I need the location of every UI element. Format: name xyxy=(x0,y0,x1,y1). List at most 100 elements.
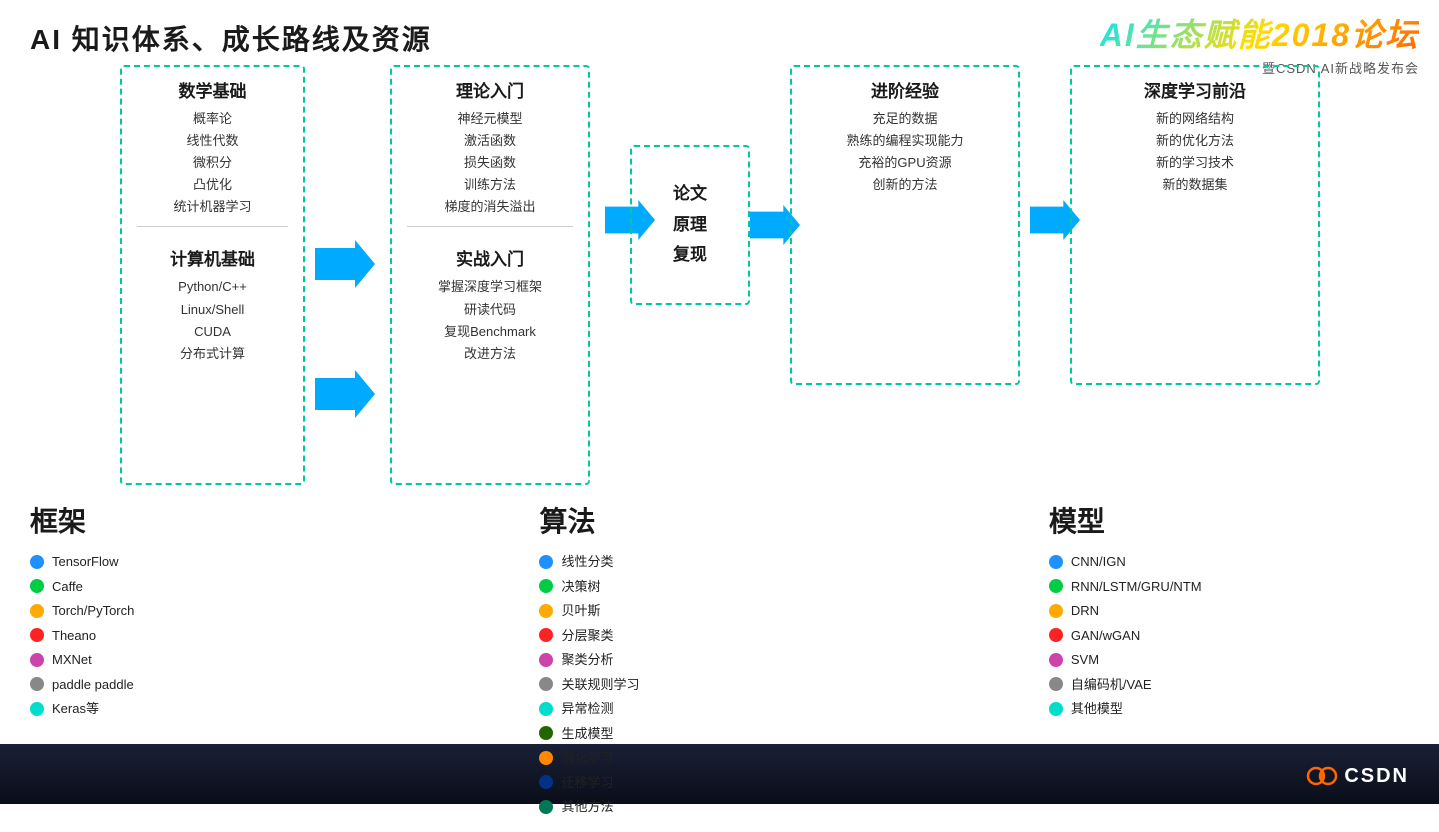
csdn-icon-svg xyxy=(1306,760,1338,792)
models-list: CNN/IGN RNN/LSTM/GRU/NTM DRN GAN/wGAN SVM 自编码… xyxy=(1049,552,1410,719)
framework-label: Theano xyxy=(52,626,96,646)
framework-dot xyxy=(30,628,44,642)
algorithm-label: 贝叶斯 xyxy=(561,601,600,621)
model-item: SVM xyxy=(1049,650,1410,670)
item-loss: 损失函数 xyxy=(392,152,588,174)
box2-items2: 掌握深度学习框架 研读代码 复现Benchmark 改进方法 xyxy=(392,276,588,364)
box1-divider xyxy=(137,226,288,227)
algorithm-label: 强化学习 xyxy=(561,748,613,768)
algorithms-list: 线性分类决策树贝叶斯分层聚类聚类分析关联规则学习异常检测生成模型强化学习迁移学习… xyxy=(539,552,900,817)
algorithm-label: 其他方法 xyxy=(561,797,613,817)
model-dot xyxy=(1049,579,1063,593)
algorithm-label: 生成模型 xyxy=(561,724,613,744)
box2-title2: 实战入门 xyxy=(392,235,588,276)
box5-title: 深度学习前沿 xyxy=(1072,67,1318,108)
item-gradient: 梯度的消失溢出 xyxy=(392,196,588,218)
algorithm-item: 决策树 xyxy=(539,577,900,597)
algorithm-dot xyxy=(539,628,553,642)
box1-items1: 概率论 线性代数 微积分 凸优化 统计机器学习 xyxy=(122,108,303,218)
item-dl-framework: 掌握深度学习框架 xyxy=(392,276,588,298)
box-theory-practice: 理论入门 神经元模型 激活函数 损失函数 训练方法 梯度的消失溢出 实战入门 掌… xyxy=(390,65,590,485)
bottom-section: 框架 TensorFlowCaffeTorch/PyTorchTheanoMXN… xyxy=(10,490,1430,832)
algorithm-item: 迁移学习 xyxy=(539,773,900,793)
algorithm-item: 分层聚类 xyxy=(539,626,900,646)
item-dataset: 新的数据集 xyxy=(1072,174,1318,196)
algorithm-label: 异常检测 xyxy=(561,699,613,719)
model-dot xyxy=(1049,555,1063,569)
item-network: 新的网络结构 xyxy=(1072,108,1318,130)
arrow-1 xyxy=(315,240,375,297)
framework-label: Caffe xyxy=(52,577,83,597)
framework-label: MXNet xyxy=(52,650,92,670)
box2-items1: 神经元模型 激活函数 损失函数 训练方法 梯度的消失溢出 xyxy=(392,108,588,218)
model-label: DRN xyxy=(1071,601,1099,621)
algorithm-item: 贝叶斯 xyxy=(539,601,900,621)
item-innovation: 创新的方法 xyxy=(792,174,1018,196)
item-distributed: 分布式计算 xyxy=(122,343,303,365)
framework-item: Torch/PyTorch xyxy=(30,601,391,621)
framework-label: TensorFlow xyxy=(52,552,118,572)
algorithms-col: 算法 线性分类决策树贝叶斯分层聚类聚类分析关联规则学习异常检测生成模型强化学习迁… xyxy=(519,490,920,832)
arrow-2 xyxy=(315,370,375,427)
item-probability: 概率论 xyxy=(122,108,303,130)
item-read-code: 研读代码 xyxy=(392,299,588,321)
framework-item: Caffe xyxy=(30,577,391,597)
algorithm-dot xyxy=(539,775,553,789)
box1-items2: Python/C++ Linux/Shell CUDA 分布式计算 xyxy=(122,276,303,364)
model-dot xyxy=(1049,702,1063,716)
algorithm-dot xyxy=(539,653,553,667)
item-activation: 激活函数 xyxy=(392,130,588,152)
model-label: SVM xyxy=(1071,650,1099,670)
item-cuda: CUDA xyxy=(122,321,303,343)
item-neuron: 神经元模型 xyxy=(392,108,588,130)
model-dot xyxy=(1049,628,1063,642)
csdn-text: CSDN xyxy=(1344,765,1409,788)
model-item: 自编码机/VAE xyxy=(1049,675,1410,695)
box4-items: 充足的数据 熟练的编程实现能力 充裕的GPU资源 创新的方法 xyxy=(792,108,1018,196)
algorithm-dot xyxy=(539,555,553,569)
algorithm-label: 分层聚类 xyxy=(561,626,613,646)
item-improve: 改进方法 xyxy=(392,343,588,365)
box4-title: 进阶经验 xyxy=(792,67,1018,108)
algorithm-label: 决策树 xyxy=(561,577,600,597)
algorithm-item: 其他方法 xyxy=(539,797,900,817)
item-convex: 凸优化 xyxy=(122,174,303,196)
framework-item: Theano xyxy=(30,626,391,646)
frameworks-list: TensorFlow Caffe Torch/PyTorch Theano MXNet p… xyxy=(30,552,391,719)
framework-dot xyxy=(30,579,44,593)
model-dot xyxy=(1049,653,1063,667)
item-training: 训练方法 xyxy=(392,174,588,196)
box3-content: 论文 原理 复现 xyxy=(632,147,748,303)
algorithm-item: 异常检测 xyxy=(539,699,900,719)
box3-line3: 复现 xyxy=(673,240,707,271)
item-coding: 熟练的编程实现能力 xyxy=(792,130,1018,152)
algorithm-label: 聚类分析 xyxy=(561,650,613,670)
box-paper: 论文 原理 复现 xyxy=(630,145,750,305)
algorithm-item: 线性分类 xyxy=(539,552,900,572)
algorithm-dot xyxy=(539,702,553,716)
framework-dot xyxy=(30,604,44,618)
model-label: 其他模型 xyxy=(1071,699,1123,719)
algorithm-dot xyxy=(539,677,553,691)
main-diagram: 数学基础 概率论 线性代数 微积分 凸优化 统计机器学习 计算机基础 Pytho… xyxy=(10,65,1430,555)
framework-dot xyxy=(30,653,44,667)
model-label: CNN/IGN xyxy=(1071,552,1126,572)
item-data: 充足的数据 xyxy=(792,108,1018,130)
box1-title1: 数学基础 xyxy=(122,67,303,108)
framework-item: TensorFlow xyxy=(30,552,391,572)
model-item: RNN/LSTM/GRU/NTM xyxy=(1049,577,1410,597)
algorithm-dot xyxy=(539,579,553,593)
model-item: GAN/wGAN xyxy=(1049,626,1410,646)
frameworks-col: 框架 TensorFlowCaffeTorch/PyTorchTheanoMXN… xyxy=(10,490,411,832)
framework-label: Torch/PyTorch xyxy=(52,601,134,621)
box3-line1: 论文 xyxy=(673,179,707,210)
framework-label: paddle paddle xyxy=(52,675,134,695)
item-benchmark: 复现Benchmark xyxy=(392,321,588,343)
model-label: RNN/LSTM/GRU/NTM xyxy=(1071,577,1202,597)
model-label: 自编码机/VAE xyxy=(1071,675,1152,695)
algorithm-item: 聚类分析 xyxy=(539,650,900,670)
algorithm-dot xyxy=(539,800,553,814)
algorithm-label: 关联规则学习 xyxy=(561,675,639,695)
item-calculus: 微积分 xyxy=(122,152,303,174)
box-frontier: 深度学习前沿 新的网络结构 新的优化方法 新的学习技术 新的数据集 xyxy=(1070,65,1320,385)
